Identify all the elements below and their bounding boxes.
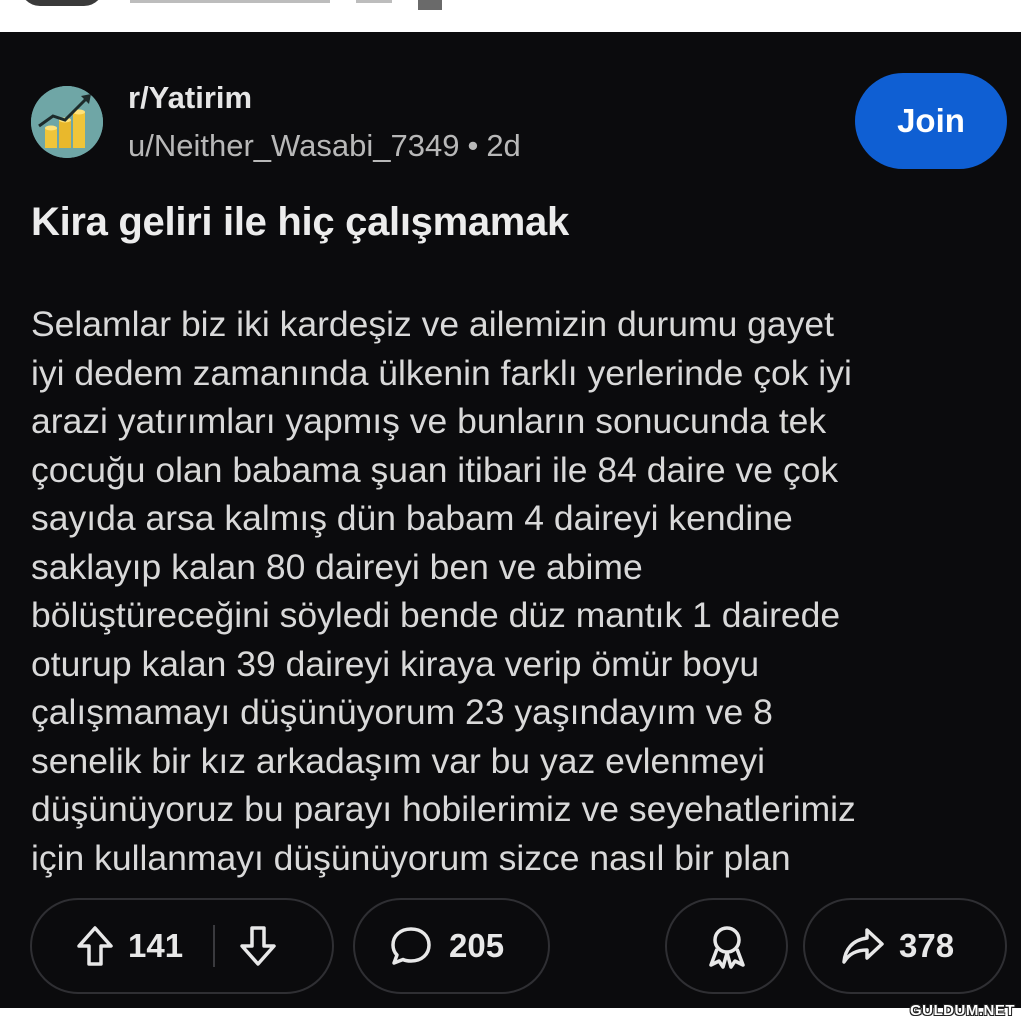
upvote-arrow-icon[interactable] bbox=[76, 925, 114, 967]
post-meta: u/Neither_Wasabi_7349 • 2d bbox=[128, 128, 521, 164]
subreddit-name[interactable]: r/Yatirim bbox=[128, 80, 252, 116]
downvote-arrow-icon[interactable] bbox=[239, 925, 277, 967]
body-line: Selamlar biz iki kardeşiz ve ailemizin d… bbox=[31, 304, 835, 344]
comment-count: 205 bbox=[449, 927, 505, 964]
upvote-count: 141 bbox=[128, 927, 184, 964]
share-button[interactable]: 378 bbox=[803, 898, 1007, 994]
author-name[interactable]: u/Neither_Wasabi_7349 bbox=[128, 128, 459, 163]
body-line: düşünüyoruz bu parayı hobilerimiz ve sey… bbox=[31, 789, 856, 829]
body-line: çocuğu olan babama şuan itibari ile 84 d… bbox=[31, 449, 839, 490]
post-title[interactable]: Kira geliri ile hiç çalışmamak bbox=[31, 200, 991, 245]
meta-separator: • bbox=[467, 128, 479, 163]
award-icon bbox=[706, 923, 748, 969]
cropped-text-fragment bbox=[356, 0, 392, 3]
comments-button[interactable]: 205 bbox=[353, 898, 550, 994]
subreddit-avatar[interactable] bbox=[31, 86, 103, 158]
comment-bubble-icon bbox=[389, 925, 433, 967]
body-line: oturup kalan 39 daireyi kiraya verip ömü… bbox=[31, 643, 760, 684]
vote-bar: 141 bbox=[30, 898, 334, 994]
award-button[interactable] bbox=[665, 898, 788, 994]
body-line: sayıda arsa kalmış dün babam 4 daireyi k… bbox=[31, 498, 793, 538]
body-line: çalışmamayı düşünüyorum 23 yaşındayım ve… bbox=[31, 692, 773, 732]
cropped-text-fragment bbox=[130, 0, 330, 3]
body-line: iyi dedem zamanında ülkenin farklı yerle… bbox=[31, 352, 852, 393]
post-body: Selamlar biz iki kardeşiz ve ailemizin d… bbox=[31, 300, 1001, 882]
coins-chart-icon bbox=[31, 86, 103, 158]
body-line: bölüştüreceğini söyledi bende düz mantık… bbox=[31, 595, 841, 635]
body-line: arazi yatırımları yapmış ve bunların son… bbox=[31, 401, 827, 441]
post-age: 2d bbox=[486, 128, 521, 163]
share-arrow-icon bbox=[841, 926, 885, 966]
join-button[interactable]: Join bbox=[855, 73, 1007, 169]
cropped-text-fragment bbox=[418, 0, 442, 10]
share-count: 378 bbox=[899, 927, 955, 964]
body-line: saklayıp kalan 80 daireyi ben ve abime bbox=[31, 546, 643, 587]
top-crop-strip bbox=[0, 0, 1021, 32]
body-line: senelik bir kız arkadaşım var bu yaz evl… bbox=[31, 740, 765, 781]
site-watermark: GULDUM.NET bbox=[910, 1002, 1015, 1019]
body-line: için kullanmayı düşünüyorum sizce nasıl … bbox=[31, 837, 791, 878]
vote-divider bbox=[213, 925, 216, 967]
cropped-avatar-fragment bbox=[20, 0, 104, 6]
